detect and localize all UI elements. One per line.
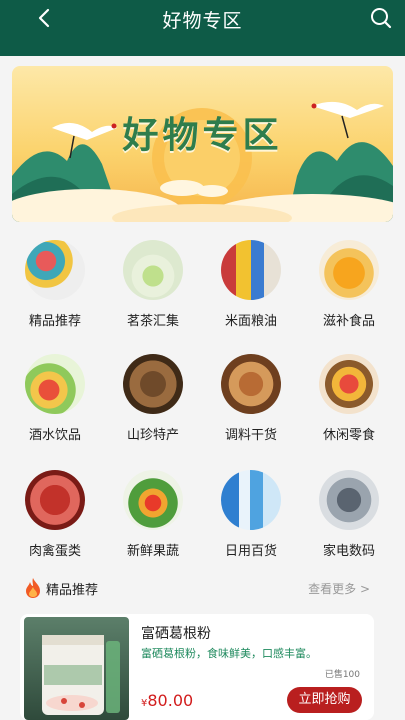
- search-icon: [371, 8, 392, 29]
- meat-icon: [25, 470, 85, 530]
- product-description: 富硒葛根粉，食味鲜美，口感丰富。: [141, 647, 317, 660]
- app-header: 好物专区: [0, 0, 405, 56]
- category-item-premium[interactable]: 精品推荐: [6, 240, 104, 350]
- product-card[interactable]: 富硒葛根粉 富硒葛根粉，食味鲜美，口感丰富。 已售100 ¥80.00 立即抢购: [20, 614, 374, 720]
- snacks-icon: [319, 354, 379, 414]
- section-title: 精品推荐: [46, 583, 99, 598]
- category-item-tea[interactable]: 茗茶汇集: [104, 240, 202, 350]
- tea-icon: [123, 240, 183, 300]
- category-label: 调料干货: [224, 428, 277, 443]
- category-item-meat[interactable]: 肉禽蛋类: [6, 470, 104, 580]
- category-item-grain-oil[interactable]: 米面粮油: [202, 240, 300, 350]
- category-label: 酒水饮品: [28, 428, 81, 443]
- daily-goods-icon: [221, 470, 281, 530]
- banner-title: 好物专区: [122, 114, 283, 156]
- view-more-link[interactable]: 查看更多 >: [308, 580, 370, 597]
- category-label: 休闲零食: [322, 428, 375, 443]
- flame-icon: [26, 578, 40, 598]
- dried-goods-icon: [221, 354, 281, 414]
- category-item-produce[interactable]: 新鲜果蔬: [104, 470, 202, 580]
- category-label: 肉禽蛋类: [28, 544, 81, 559]
- product-price: ¥80.00: [141, 691, 193, 710]
- tonic-food-icon: [319, 240, 379, 300]
- category-item-tonic[interactable]: 滋补食品: [300, 240, 398, 350]
- product-image: [24, 617, 129, 720]
- gift-boxes-icon: [25, 240, 85, 300]
- drinks-icon: [25, 354, 85, 414]
- category-item-drinks[interactable]: 酒水饮品: [6, 354, 104, 464]
- category-label: 滋补食品: [322, 314, 375, 329]
- sold-count: 已售100: [324, 670, 360, 680]
- buy-now-button[interactable]: 立即抢购: [287, 687, 362, 713]
- category-item-daily[interactable]: 日用百货: [202, 470, 300, 580]
- category-label: 新鲜果蔬: [126, 544, 179, 559]
- section-header: 精品推荐 查看更多 >: [24, 577, 376, 603]
- category-label: 山珍特产: [126, 428, 179, 443]
- appliances-icon: [319, 470, 379, 530]
- content-area: 好物专区 精品推荐 茗茶汇集 米面粮油 滋补食品 酒水饮品 山珍特产 调料干货 …: [0, 56, 405, 720]
- content-sheet: 好物专区 精品推荐 茗茶汇集 米面粮油 滋补食品 酒水饮品 山珍特产 调料干货 …: [0, 56, 405, 720]
- category-item-appliances[interactable]: 家电数码: [300, 470, 398, 580]
- category-item-seasoning[interactable]: 调料干货: [202, 354, 300, 464]
- grain-oil-icon: [221, 240, 281, 300]
- vegetables-icon: [123, 470, 183, 530]
- search-button[interactable]: [367, 4, 395, 32]
- category-label: 精品推荐: [28, 314, 81, 329]
- category-item-specialty[interactable]: 山珍特产: [104, 354, 202, 464]
- product-jar-illustration: [24, 617, 129, 720]
- price-value: 80.00: [147, 691, 194, 710]
- category-label: 米面粮油: [224, 314, 277, 329]
- category-label: 茗茶汇集: [126, 314, 179, 329]
- mushroom-icon: [123, 354, 183, 414]
- promo-banner[interactable]: 好物专区: [12, 66, 393, 222]
- product-name: 富硒葛根粉: [141, 626, 211, 642]
- category-label: 日用百货: [224, 544, 277, 559]
- page-title: 好物专区: [162, 10, 243, 32]
- category-label: 家电数码: [322, 544, 375, 559]
- category-item-snacks[interactable]: 休闲零食: [300, 354, 398, 464]
